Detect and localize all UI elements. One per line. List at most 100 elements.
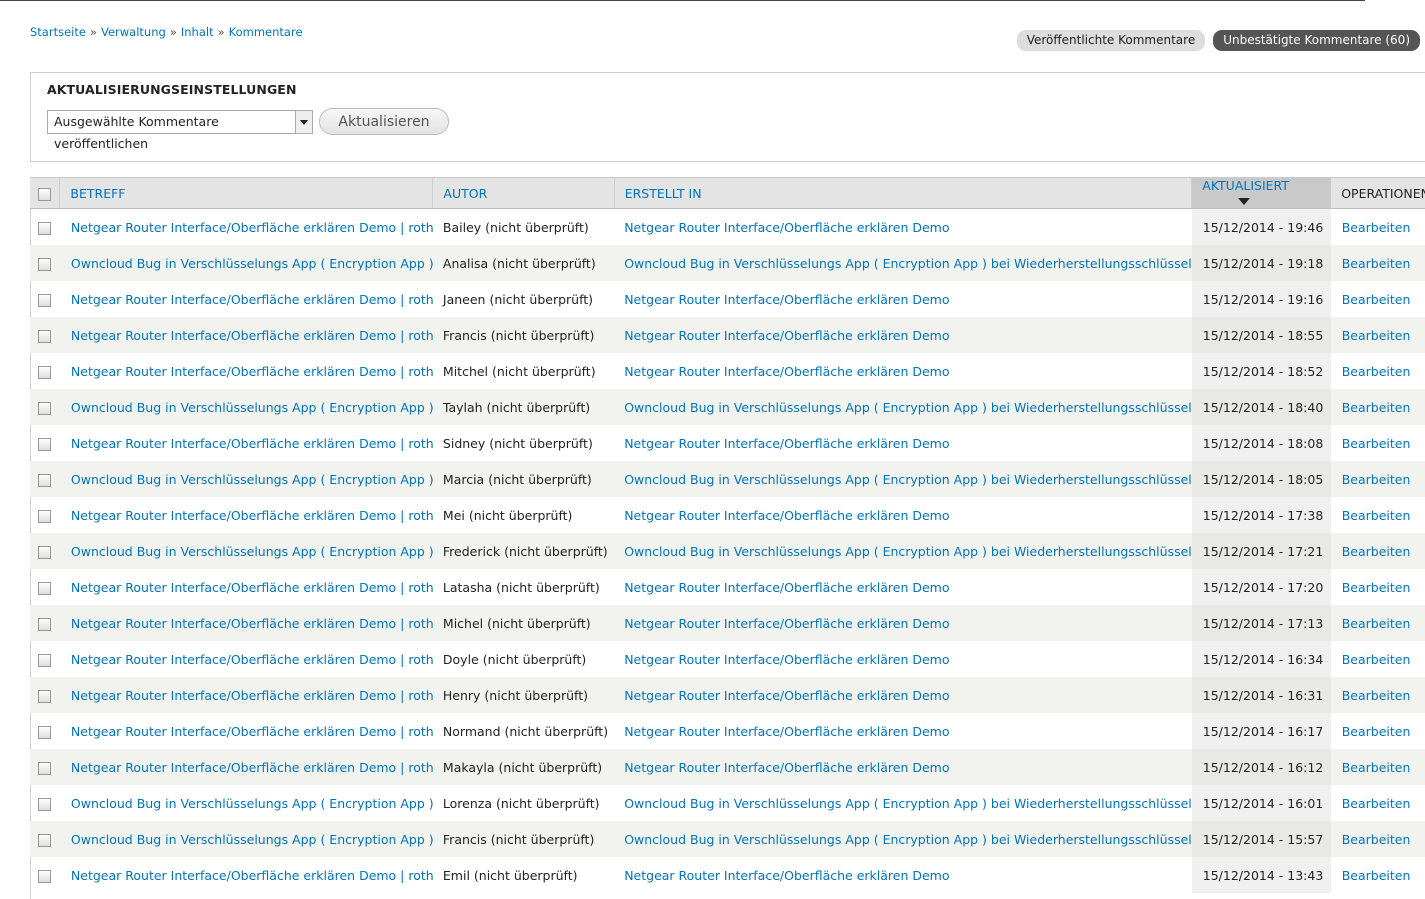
row-subject-link[interactable]: Netgear Router Interface/Oberfläche erkl… [71,436,433,451]
row-edit-link[interactable]: Bearbeiten [1342,436,1411,451]
row-posted-in-link[interactable]: Owncloud Bug in Verschlüsselungs App ( E… [624,796,1192,811]
row-subject-link[interactable]: Netgear Router Interface/Oberfläche erkl… [71,292,433,307]
row-checkbox[interactable] [38,293,52,307]
row-checkbox[interactable] [38,257,52,271]
row-posted-in-link[interactable]: Netgear Router Interface/Oberfläche erkl… [624,328,949,343]
row-posted-in-link[interactable]: Netgear Router Interface/Oberfläche erkl… [624,292,949,307]
row-posted-in-link[interactable]: Netgear Router Interface/Oberfläche erkl… [624,652,949,667]
row-posted-in-link[interactable]: Netgear Router Interface/Oberfläche erkl… [624,508,949,523]
operation-select[interactable]: Ausgewählte Kommentare veröffentlichen [47,110,313,151]
row-subject-link[interactable]: Netgear Router Interface/Oberfläche erkl… [71,328,433,343]
row-subject-link[interactable]: Netgear Router Interface/Oberfläche erkl… [71,724,433,739]
row-posted-in-link[interactable]: Owncloud Bug in Verschlüsselungs App ( E… [624,544,1192,559]
row-checkbox[interactable] [38,545,52,559]
row-edit-link[interactable]: Bearbeiten [1342,292,1411,307]
row-posted-in-link[interactable]: Netgear Router Interface/Oberfläche erkl… [624,364,949,379]
select-all-checkbox[interactable] [38,187,52,201]
row-checkbox[interactable] [38,689,52,703]
dropdown-arrow-icon [295,111,312,133]
row-checkbox[interactable] [38,365,52,379]
row-edit-link[interactable]: Bearbeiten [1342,508,1411,523]
row-edit-link[interactable]: Bearbeiten [1342,868,1411,883]
row-edit-link[interactable]: Bearbeiten [1342,832,1411,847]
row-edit-link[interactable]: Bearbeiten [1342,472,1411,487]
row-posted-in-link[interactable]: Netgear Router Interface/Oberfläche erkl… [624,616,949,631]
row-updated: 15/12/2014 - 16:12 [1191,749,1331,785]
row-edit-link[interactable]: Bearbeiten [1342,364,1411,379]
row-subject-link[interactable]: Netgear Router Interface/Oberfläche erkl… [71,220,433,235]
row-subject-link[interactable]: Owncloud Bug in Verschlüsselungs App ( E… [71,796,433,811]
row-posted-in-link[interactable]: Netgear Router Interface/Oberfläche erkl… [624,868,949,883]
breadcrumb-admin[interactable]: Verwaltung [101,25,166,39]
row-posted-in-link[interactable]: Netgear Router Interface/Oberfläche erkl… [624,580,949,595]
tab-published-comments[interactable]: Veröffentlichte Kommentare [1016,30,1206,51]
row-edit-link[interactable]: Bearbeiten [1342,724,1411,739]
row-subject-link[interactable]: Owncloud Bug in Verschlüsselungs App ( E… [71,256,433,271]
row-checkbox[interactable] [38,509,52,523]
row-subject-link[interactable]: Owncloud Bug in Verschlüsselungs App ( E… [71,832,433,847]
column-posted-in-label: ERSTELLT IN [624,185,702,201]
row-edit-link[interactable]: Bearbeiten [1342,256,1411,271]
row-posted-in-link[interactable]: Netgear Router Interface/Oberfläche erkl… [624,436,949,451]
row-checkbox[interactable] [38,437,52,451]
row-edit-link[interactable]: Bearbeiten [1342,220,1411,235]
row-edit-link[interactable]: Bearbeiten [1342,544,1411,559]
row-checkbox[interactable] [38,797,52,811]
row-subject-link[interactable]: Netgear Router Interface/Oberfläche erkl… [71,760,433,775]
column-author[interactable]: AUTOR [432,177,615,209]
breadcrumb-comments[interactable]: Kommentare [229,25,303,39]
row-edit-link[interactable]: Bearbeiten [1342,580,1411,595]
row-posted-in-link[interactable]: Netgear Router Interface/Oberfläche erkl… [624,724,949,739]
update-button[interactable]: Aktualisieren [319,108,449,135]
row-posted-in-link[interactable]: Netgear Router Interface/Oberfläche erkl… [624,688,949,703]
row-checkbox[interactable] [38,869,52,883]
row-operations-cell: Bearbeiten [1331,713,1425,749]
row-subject-link[interactable]: Netgear Router Interface/Oberfläche erkl… [71,364,433,379]
row-subject-link[interactable]: Owncloud Bug in Verschlüsselungs App ( E… [71,472,433,487]
tab-unapproved-comments[interactable]: Unbestätigte Kommentare (60) [1213,30,1420,51]
row-author: Henry (nicht überprüft) [442,687,589,703]
row-edit-link[interactable]: Bearbeiten [1342,688,1411,703]
column-updated-label: AKTUALISIERT [1202,178,1289,193]
row-checkbox[interactable] [38,329,52,343]
row-edit-link[interactable]: Bearbeiten [1342,400,1411,415]
row-subject-link[interactable]: Netgear Router Interface/Oberfläche erkl… [71,580,433,595]
row-posted-in-link[interactable]: Owncloud Bug in Verschlüsselungs App ( E… [624,832,1192,847]
row-posted-in-link[interactable]: Owncloud Bug in Verschlüsselungs App ( E… [624,472,1192,487]
row-checkbox[interactable] [38,473,52,487]
column-posted-in[interactable]: ERSTELLT IN [613,177,1192,209]
breadcrumb-home[interactable]: Startseite [30,25,86,39]
table-row: Netgear Router Interface/Oberfläche erkl… [30,749,1425,785]
row-posted-in-link[interactable]: Netgear Router Interface/Oberfläche erkl… [624,760,949,775]
row-subject-link[interactable]: Netgear Router Interface/Oberfläche erkl… [71,652,433,667]
breadcrumb-content[interactable]: Inhalt [181,25,214,39]
row-checkbox[interactable] [38,617,52,631]
row-author: Sidney (nicht überprüft) [442,435,593,451]
row-checkbox[interactable] [38,581,52,595]
row-checkbox[interactable] [38,761,52,775]
row-author: Normand (nicht überprüft) [442,723,609,739]
column-subject[interactable]: BETREFF [59,177,433,209]
row-edit-link[interactable]: Bearbeiten [1342,328,1411,343]
row-posted-in-link[interactable]: Owncloud Bug in Verschlüsselungs App ( E… [624,400,1192,415]
row-subject-link[interactable]: Netgear Router Interface/Oberfläche erkl… [71,508,433,523]
row-subject-link[interactable]: Owncloud Bug in Verschlüsselungs App ( E… [71,544,433,559]
row-checkbox[interactable] [38,725,52,739]
row-posted-in-link[interactable]: Netgear Router Interface/Oberfläche erkl… [624,220,949,235]
row-checkbox[interactable] [38,833,52,847]
column-updated[interactable]: AKTUALISIERT [1191,177,1331,209]
row-checkbox[interactable] [38,653,52,667]
table-row: Owncloud Bug in Verschlüsselungs App ( E… [30,821,1425,857]
row-subject-link[interactable]: Owncloud Bug in Verschlüsselungs App ( E… [71,400,433,415]
row-edit-link[interactable]: Bearbeiten [1342,616,1411,631]
row-posted-in-link[interactable]: Owncloud Bug in Verschlüsselungs App ( E… [624,256,1192,271]
row-edit-link[interactable]: Bearbeiten [1342,652,1411,667]
row-subject-link[interactable]: Netgear Router Interface/Oberfläche erkl… [71,688,433,703]
row-subject-link[interactable]: Netgear Router Interface/Oberfläche erkl… [71,868,433,883]
row-edit-link[interactable]: Bearbeiten [1342,796,1411,811]
row-checkbox[interactable] [38,401,52,415]
row-subject-link[interactable]: Netgear Router Interface/Oberfläche erkl… [71,616,433,631]
row-edit-link[interactable]: Bearbeiten [1342,760,1411,775]
row-checkbox[interactable] [38,221,52,235]
row-operations-cell: Bearbeiten [1331,245,1425,281]
